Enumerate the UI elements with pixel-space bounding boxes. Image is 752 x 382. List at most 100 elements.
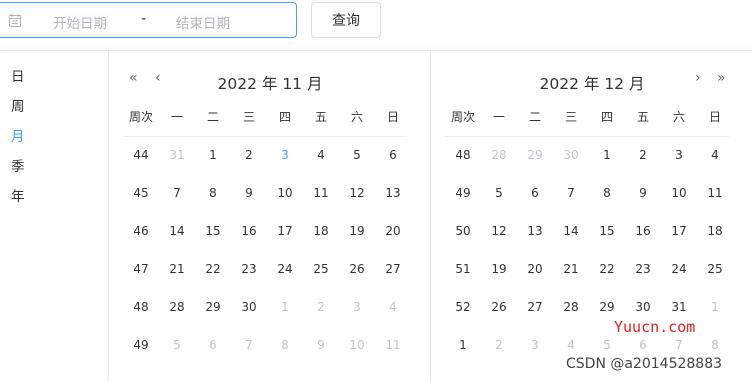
day-cell[interactable]: 24 [661, 262, 697, 276]
week-number-cell[interactable]: 48 [445, 148, 481, 162]
day-cell[interactable]: 21 [159, 262, 195, 276]
day-cell[interactable]: 29 [589, 300, 625, 314]
day-cell[interactable]: 8 [267, 338, 303, 352]
day-cell[interactable]: 5 [159, 338, 195, 352]
day-cell[interactable]: 28 [481, 148, 517, 162]
day-cell[interactable]: 27 [375, 262, 411, 276]
day-cell[interactable]: 4 [697, 148, 733, 162]
day-cell[interactable]: 2 [303, 300, 339, 314]
day-cell[interactable]: 17 [661, 224, 697, 238]
query-button[interactable]: 查询 [311, 2, 381, 38]
next-year-button[interactable]: » [717, 70, 726, 86]
day-cell[interactable]: 9 [303, 338, 339, 352]
day-cell[interactable]: 1 [697, 300, 733, 314]
day-cell[interactable]: 7 [231, 338, 267, 352]
day-cell[interactable]: 8 [195, 186, 231, 200]
day-cell[interactable]: 25 [303, 262, 339, 276]
day-cell[interactable]: 9 [231, 186, 267, 200]
day-cell[interactable]: 22 [589, 262, 625, 276]
day-cell[interactable]: 6 [195, 338, 231, 352]
day-cell[interactable]: 24 [267, 262, 303, 276]
day-cell[interactable]: 15 [195, 224, 231, 238]
week-number-cell[interactable]: 47 [123, 262, 159, 276]
day-cell[interactable]: 14 [553, 224, 589, 238]
week-number-cell[interactable]: 48 [123, 300, 159, 314]
day-cell[interactable]: 5 [481, 186, 517, 200]
day-cell[interactable]: 3 [267, 148, 303, 162]
week-number-cell[interactable]: 1 [445, 338, 481, 352]
next-month-button[interactable]: › [695, 70, 701, 86]
week-number-cell[interactable]: 49 [445, 186, 481, 200]
day-cell[interactable]: 19 [339, 224, 375, 238]
day-cell[interactable]: 1 [589, 148, 625, 162]
day-cell[interactable]: 23 [231, 262, 267, 276]
day-cell[interactable]: 29 [195, 300, 231, 314]
day-cell[interactable]: 7 [159, 186, 195, 200]
day-cell[interactable]: 16 [231, 224, 267, 238]
week-number-cell[interactable]: 45 [123, 186, 159, 200]
day-cell[interactable]: 13 [517, 224, 553, 238]
shortcut-item[interactable]: 周 [11, 95, 25, 115]
end-date-input[interactable]: 结束日期 [176, 12, 230, 32]
day-cell[interactable]: 26 [481, 300, 517, 314]
shortcut-item[interactable]: 月 [11, 125, 25, 145]
day-cell[interactable]: 11 [375, 338, 411, 352]
day-cell[interactable]: 2 [231, 148, 267, 162]
day-cell[interactable]: 4 [375, 300, 411, 314]
day-cell[interactable]: 6 [625, 338, 661, 352]
week-number-cell[interactable]: 44 [123, 148, 159, 162]
day-cell[interactable]: 8 [589, 186, 625, 200]
prev-year-button[interactable]: « [129, 70, 138, 86]
day-cell[interactable]: 7 [661, 338, 697, 352]
day-cell[interactable]: 1 [267, 300, 303, 314]
day-cell[interactable]: 20 [517, 262, 553, 276]
day-cell[interactable]: 18 [303, 224, 339, 238]
shortcut-item[interactable]: 日 [11, 65, 25, 85]
day-cell[interactable]: 3 [661, 148, 697, 162]
day-cell[interactable]: 6 [375, 148, 411, 162]
day-cell[interactable]: 12 [481, 224, 517, 238]
day-cell[interactable]: 14 [159, 224, 195, 238]
day-cell[interactable]: 7 [553, 186, 589, 200]
day-cell[interactable]: 8 [697, 338, 733, 352]
day-cell[interactable]: 31 [661, 300, 697, 314]
day-cell[interactable]: 28 [553, 300, 589, 314]
day-cell[interactable]: 25 [697, 262, 733, 276]
day-cell[interactable]: 10 [339, 338, 375, 352]
shortcut-item[interactable]: 季 [11, 155, 25, 175]
day-cell[interactable]: 23 [625, 262, 661, 276]
day-cell[interactable]: 11 [697, 186, 733, 200]
day-cell[interactable]: 12 [339, 186, 375, 200]
prev-month-button[interactable]: ‹ [155, 70, 161, 86]
day-cell[interactable]: 15 [589, 224, 625, 238]
day-cell[interactable]: 3 [339, 300, 375, 314]
day-cell[interactable]: 20 [375, 224, 411, 238]
week-number-cell[interactable]: 50 [445, 224, 481, 238]
shortcut-item[interactable]: 年 [11, 185, 25, 205]
day-cell[interactable]: 22 [195, 262, 231, 276]
week-number-cell[interactable]: 52 [445, 300, 481, 314]
day-cell[interactable]: 27 [517, 300, 553, 314]
day-cell[interactable]: 28 [159, 300, 195, 314]
day-cell[interactable]: 2 [481, 338, 517, 352]
day-cell[interactable]: 4 [553, 338, 589, 352]
day-cell[interactable]: 30 [553, 148, 589, 162]
week-number-cell[interactable]: 51 [445, 262, 481, 276]
day-cell[interactable]: 17 [267, 224, 303, 238]
day-cell[interactable]: 2 [625, 148, 661, 162]
day-cell[interactable]: 3 [517, 338, 553, 352]
day-cell[interactable]: 10 [661, 186, 697, 200]
date-range-input[interactable]: 开始日期 - 结束日期 [0, 2, 297, 38]
day-cell[interactable]: 4 [303, 148, 339, 162]
day-cell[interactable]: 6 [517, 186, 553, 200]
day-cell[interactable]: 30 [625, 300, 661, 314]
day-cell[interactable]: 29 [517, 148, 553, 162]
week-number-cell[interactable]: 46 [123, 224, 159, 238]
day-cell[interactable]: 1 [195, 148, 231, 162]
week-number-cell[interactable]: 49 [123, 338, 159, 352]
day-cell[interactable]: 19 [481, 262, 517, 276]
day-cell[interactable]: 31 [159, 148, 195, 162]
day-cell[interactable]: 9 [625, 186, 661, 200]
day-cell[interactable]: 16 [625, 224, 661, 238]
day-cell[interactable]: 26 [339, 262, 375, 276]
